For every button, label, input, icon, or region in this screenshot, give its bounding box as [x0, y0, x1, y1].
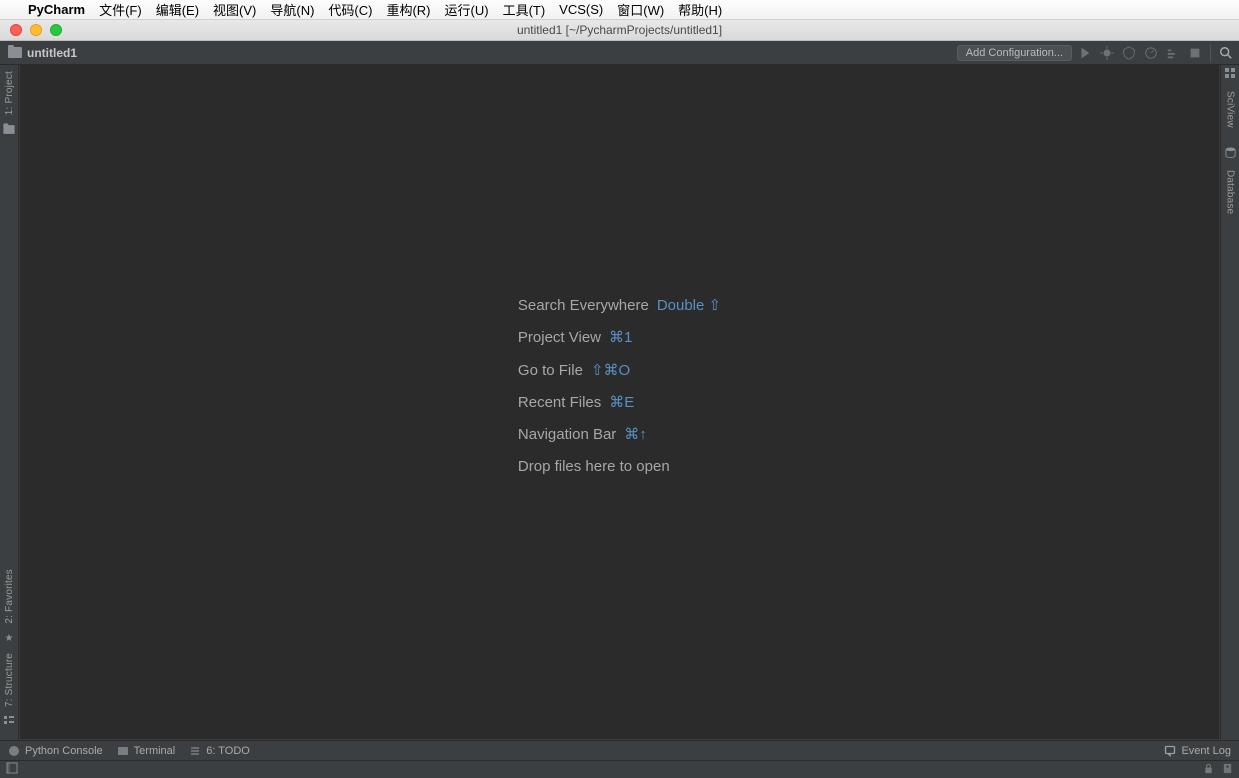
todo-label: 6: TODO	[206, 745, 250, 757]
maximize-window-button[interactable]	[50, 24, 62, 36]
menu-window[interactable]: 窗口(W)	[617, 0, 664, 19]
main-area: 1: Project 2: Favorites ★ 7: Structure S…	[0, 65, 1239, 740]
menu-view[interactable]: 视图(V)	[213, 0, 256, 19]
minimize-window-button[interactable]	[30, 24, 42, 36]
stop-icon[interactable]	[1186, 44, 1204, 62]
tool-project[interactable]: 1: Project	[4, 65, 15, 121]
bottom-toolbar: Python Console Terminal 6: TODO Event Lo…	[0, 740, 1239, 760]
todo-tab[interactable]: 6: TODO	[189, 745, 250, 757]
profile-icon[interactable]	[1142, 44, 1160, 62]
hint-goto-shortcut: ⇧⌘O	[591, 361, 630, 378]
mac-menubar: PyCharm 文件(F) 编辑(E) 视图(V) 导航(N) 代码(C) 重构…	[0, 0, 1239, 20]
breadcrumb[interactable]: untitled1	[8, 46, 77, 60]
hint-project-shortcut: ⌘1	[609, 329, 632, 346]
tool-structure[interactable]: 7: Structure	[4, 647, 15, 713]
tool-sciview[interactable]: SciView	[1225, 85, 1236, 134]
app-name[interactable]: PyCharm	[28, 2, 85, 17]
python-console-tab[interactable]: Python Console	[8, 745, 103, 757]
hint-search-shortcut: Double ⇧	[657, 297, 721, 314]
event-log-tab[interactable]: Event Log	[1164, 745, 1231, 757]
concurrency-icon[interactable]	[1164, 44, 1182, 62]
window-controls	[10, 24, 62, 36]
titlebar: untitled1 [~/PycharmProjects/untitled1]	[0, 20, 1239, 41]
separator	[1210, 45, 1211, 61]
menu-code[interactable]: 代码(C)	[328, 0, 372, 19]
right-tool-gutter: SciView Database	[1220, 65, 1239, 740]
welcome-hints: Search Everywhere Double ⇧ Project View ⌘1…	[518, 290, 721, 484]
hint-goto-file: Go to File	[518, 361, 583, 378]
search-everywhere-icon[interactable]	[1217, 44, 1235, 62]
terminal-label: Terminal	[134, 745, 176, 757]
tool-database[interactable]: Database	[1225, 164, 1236, 220]
toolwindow-toggle-icon[interactable]	[6, 762, 18, 777]
add-configuration-button[interactable]: Add Configuration...	[957, 45, 1072, 61]
hint-navbar-shortcut: ⌘↑	[624, 426, 647, 443]
hint-recent-files: Recent Files	[518, 394, 601, 411]
run-icon[interactable]	[1076, 44, 1094, 62]
menu-refactor[interactable]: 重构(R)	[386, 0, 430, 19]
menu-navigate[interactable]: 导航(N)	[270, 0, 314, 19]
breadcrumb-label: untitled1	[27, 46, 77, 60]
debug-icon[interactable]	[1098, 44, 1116, 62]
status-bar	[0, 760, 1239, 778]
left-tool-gutter: 1: Project 2: Favorites ★ 7: Structure	[0, 65, 19, 740]
database-icon	[1225, 144, 1236, 164]
event-log-label: Event Log	[1181, 745, 1231, 757]
lock-icon[interactable]	[1203, 763, 1214, 777]
menu-vcs[interactable]: VCS(S)	[559, 2, 603, 17]
hint-drop-files: Drop files here to open	[518, 458, 670, 475]
structure-icon	[4, 713, 14, 732]
hint-navigation-bar: Navigation Bar	[518, 426, 616, 443]
folder-icon	[8, 47, 22, 58]
close-window-button[interactable]	[10, 24, 22, 36]
hint-search-everywhere: Search Everywhere	[518, 297, 649, 314]
menu-edit[interactable]: 编辑(E)	[156, 0, 199, 19]
menu-run[interactable]: 运行(U)	[445, 0, 489, 19]
editor-area[interactable]: Search Everywhere Double ⇧ Project View ⌘1…	[19, 65, 1220, 740]
menu-file[interactable]: 文件(F)	[99, 0, 142, 19]
navigation-bar: untitled1 Add Configuration...	[0, 41, 1239, 65]
inspection-icon[interactable]	[1222, 763, 1233, 777]
coverage-icon[interactable]	[1120, 44, 1138, 62]
python-console-label: Python Console	[25, 745, 103, 757]
terminal-tab[interactable]: Terminal	[117, 745, 176, 757]
hint-project-view: Project View	[518, 329, 601, 346]
star-icon: ★	[5, 630, 14, 647]
window-title: untitled1 [~/PycharmProjects/untitled1]	[517, 23, 722, 37]
tool-favorites[interactable]: 2: Favorites	[4, 563, 15, 630]
sciview-icon	[1225, 65, 1236, 85]
menu-tools[interactable]: 工具(T)	[503, 0, 546, 19]
hint-recent-shortcut: ⌘E	[609, 394, 634, 411]
folder-icon	[2, 121, 16, 141]
menu-help[interactable]: 帮助(H)	[678, 0, 722, 19]
